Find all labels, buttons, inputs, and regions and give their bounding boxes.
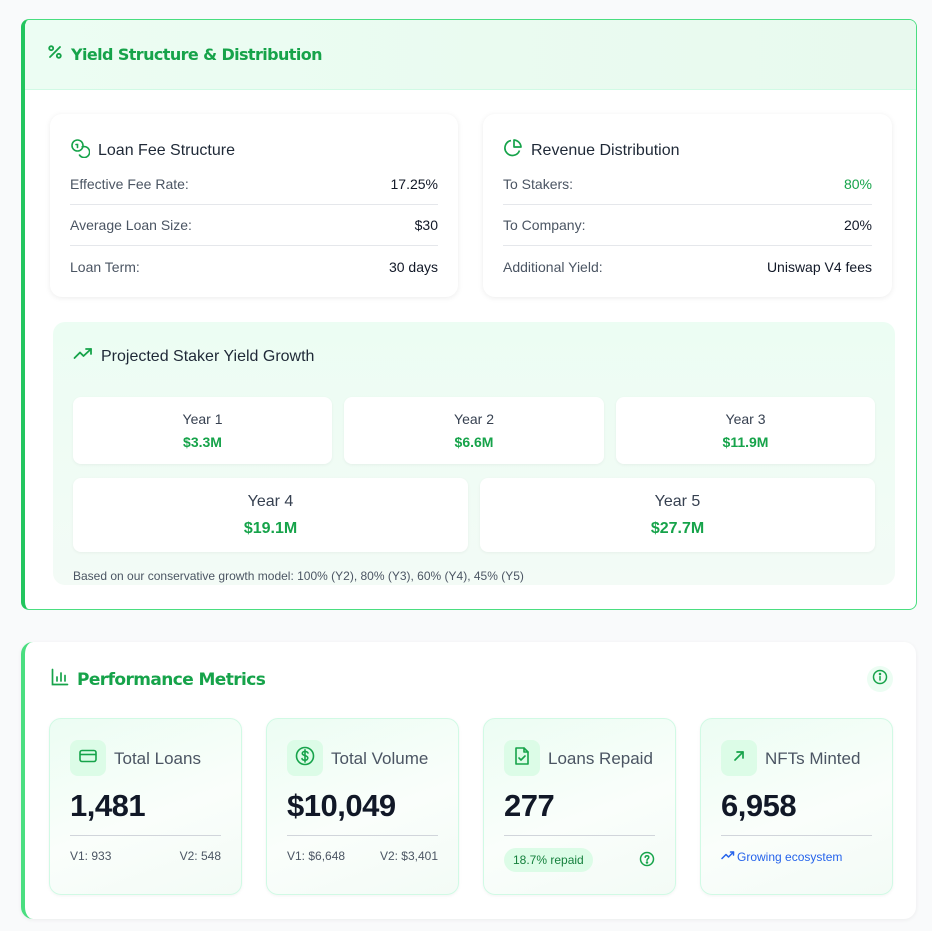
revenue-distribution-panel: Revenue Distribution To Stakers: 80% To … [483,114,892,297]
arrow-up-right-icon [731,748,747,769]
fee-row: Effective Fee Rate: 17.25% [70,164,438,205]
file-check-icon [512,746,532,771]
year-value: $6.6M [454,434,494,450]
metric-title: Loans Repaid [548,749,653,768]
trending-up-icon [73,344,93,369]
fee-row: Loan Term: 30 days [70,246,438,287]
avg-loan-size-label: Average Loan Size: [70,217,192,233]
revenue-row: To Stakers: 80% [503,164,872,205]
additional-yield-label: Additional Yield: [503,258,603,275]
stakers-label: To Stakers: [503,176,574,192]
avg-loan-size-value: $30 [414,217,438,233]
yield-structure-header: Yield Structure & Distribution [25,20,916,90]
fee-rate-label: Effective Fee Rate: [70,176,189,192]
year-label: Year 3 [725,411,766,427]
dollar-circle-icon [294,745,316,772]
coins-icon [70,138,91,163]
repaid-badge: 18.7% repaid [504,848,593,872]
trending-up-icon [721,849,735,864]
metric-value: $10,049 [287,788,396,823]
performance-metrics-title: Performance Metrics [77,669,266,690]
metric-divider [70,835,221,836]
loan-fee-structure-title: Loan Fee Structure [98,141,235,159]
company-value: 20% [843,217,872,233]
metric-divider [287,835,438,836]
metric-divider [721,835,872,836]
pie-chart-icon [503,138,523,163]
performance-metrics-card: Performance Metrics Total Loans 1,481 V1… [21,642,916,919]
fee-rate-value: 17.25% [390,176,438,192]
projected-yield-panel: Projected Staker Yield Growth Year 1 $3.… [53,322,895,585]
loan-term-label: Loan Term: [70,258,140,275]
company-label: To Company: [503,217,586,233]
metric-value: 277 [504,788,555,823]
metric-total-volume: Total Volume $10,049 V1: $6,648 V2: $3,4… [266,718,459,895]
metric-title: Total Loans [114,749,201,768]
metric-title: Total Volume [331,749,429,768]
year-label: Year 5 [654,493,701,510]
projected-yield-title: Projected Staker Yield Growth [101,347,315,365]
stakers-value: 80% [843,176,872,192]
metric-v2: V2: $3,401 [379,849,438,863]
year-value: $11.9M [722,434,769,450]
metric-v2: V2: 548 [179,849,221,863]
year-1-card: Year 1 $3.3M [73,397,332,464]
year-2-card: Year 2 $6.6M [344,397,604,464]
revenue-distribution-title: Revenue Distribution [531,141,680,159]
revenue-row: Additional Yield: Uniswap V4 fees [503,246,872,287]
info-icon [872,669,888,690]
metric-v1: V1: 933 [70,849,112,863]
year-label: Year 2 [454,411,494,427]
metric-divider [504,835,655,836]
percent-icon [47,44,63,65]
additional-yield-value: Uniswap V4 fees [766,258,872,275]
year-label: Year 4 [247,493,294,510]
metric-value: 1,481 [70,788,146,823]
credit-card-icon [78,746,98,771]
year-label: Year 1 [182,411,223,427]
metric-nfts-minted: NFTs Minted 6,958 Growing ecosystem [700,718,893,895]
growth-model-note: Based on our conservative growth model: … [73,569,524,583]
loan-term-value: 30 days [388,258,438,275]
year-5-card: Year 5 $27.7M [480,478,875,552]
metric-value: 6,958 [721,788,797,823]
revenue-row: To Company: 20% [503,205,872,246]
loan-fee-structure-panel: Loan Fee Structure Effective Fee Rate: 1… [50,114,458,297]
growing-ecosystem-link[interactable]: Growing ecosystem [721,849,842,864]
year-value: $3.3M [183,434,222,450]
growing-ecosystem-text: Growing ecosystem [737,849,843,864]
year-value: $19.1M [243,520,298,537]
yield-structure-title: Yield Structure & Distribution [71,45,323,64]
year-3-card: Year 3 $11.9M [616,397,875,464]
year-value: $27.7M [650,520,705,537]
bar-chart-icon [51,668,69,691]
info-button[interactable] [867,666,893,692]
help-icon[interactable] [639,851,655,870]
metric-title: NFTs Minted [765,749,861,768]
year-4-card: Year 4 $19.1M [73,478,468,552]
yield-structure-card: Yield Structure & Distribution Loan Fee … [21,19,917,610]
performance-metrics-header: Performance Metrics [51,668,266,691]
fee-row: Average Loan Size: $30 [70,205,438,246]
metric-v1: V1: $6,648 [287,849,346,863]
metric-total-loans: Total Loans 1,481 V1: 933 V2: 548 [49,718,242,895]
metric-loans-repaid: Loans Repaid 277 18.7% repaid [483,718,676,895]
